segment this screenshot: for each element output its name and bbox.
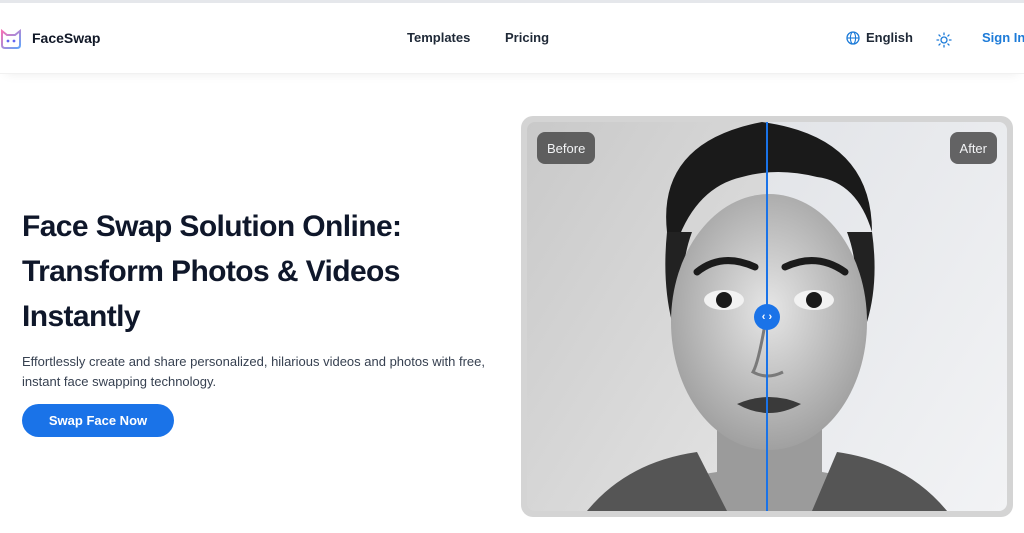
hero-description: Effortlessly create and share personaliz… [22,354,485,389]
site-header: FaceSwap Templates Pricing English Sign … [0,3,1024,74]
brand-name[interactable]: FaceSwap [32,30,100,46]
swap-face-now-button[interactable]: Swap Face Now [22,404,174,437]
signin-link[interactable]: Sign In [982,30,1024,45]
nav-templates[interactable]: Templates [407,30,470,45]
language-label: English [866,30,913,45]
chevrons-left-right-icon: ‹ › [761,311,773,323]
nav-pricing[interactable]: Pricing [505,30,549,45]
hero-title: Face Swap Solution Online: Transform Pho… [22,210,402,333]
language-selector[interactable]: English [846,30,913,45]
before-label: Before [537,132,596,164]
after-label: After [949,132,997,164]
sun-icon[interactable] [936,32,952,48]
slider-handle[interactable]: ‹ › [754,304,780,330]
before-after-comparison[interactable]: Before After ‹ › [521,116,1013,517]
globe-icon [846,30,860,45]
logo-icon[interactable] [0,29,22,49]
